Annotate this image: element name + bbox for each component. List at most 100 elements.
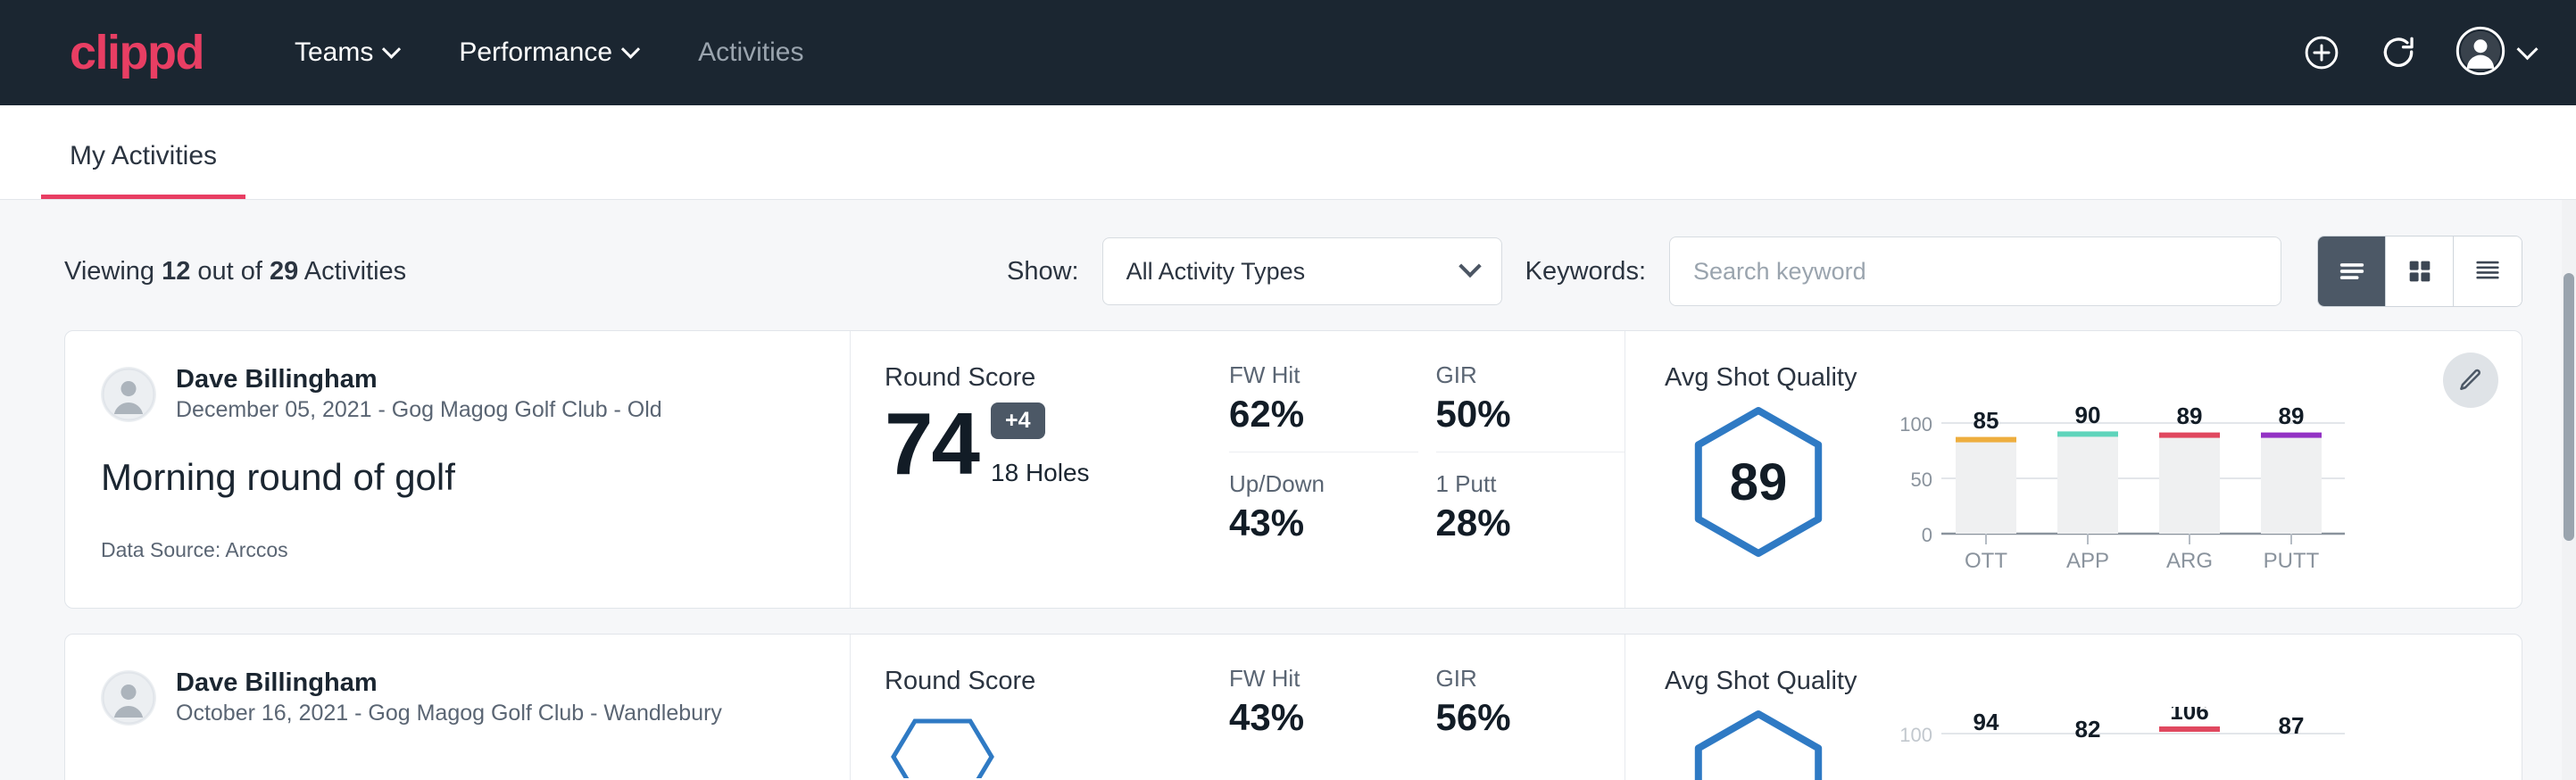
refresh-icon[interactable] <box>2379 33 2418 72</box>
main-nav: Teams Performance Activities <box>289 29 2302 77</box>
svg-text:ARG: ARG <box>2166 549 2213 573</box>
hexagon-icon <box>1687 707 1830 780</box>
stat-label: GIR <box>1436 665 1593 693</box>
stat-label: 1 Putt <box>1436 470 1593 498</box>
stat-one-putt: 1 Putt 28% <box>1436 470 1625 544</box>
stat-value: 56% <box>1436 696 1593 739</box>
viewing-mid: out of <box>190 257 270 286</box>
stat-value: 43% <box>1229 696 1386 739</box>
viewing-count: 12 <box>162 257 190 286</box>
avg-shot-quality-section: Avg Shot Quality 89 <box>1625 331 2522 608</box>
quality-hexagon <box>1665 707 1852 780</box>
viewing-suffix: Activities <box>298 257 406 286</box>
tab-my-activities[interactable]: My Activities <box>41 141 245 199</box>
toolbar-controls: Show: All Activity Types Keywords: <box>1007 236 2522 307</box>
top-bar-actions <box>2302 26 2535 80</box>
stat-label: GIR <box>1436 361 1593 389</box>
stat-gir: GIR 50% <box>1436 361 1625 452</box>
activity-data-source: Data Source: Arccos <box>101 538 814 562</box>
keywords-label: Keywords: <box>1525 257 1646 286</box>
chevron-down-icon <box>621 39 640 58</box>
nav-item-teams[interactable]: Teams <box>289 29 403 77</box>
chevron-down-icon <box>2516 38 2538 60</box>
stat-up-down: Up/Down 43% <box>1229 470 1418 544</box>
avatar-icon <box>2456 26 2505 80</box>
person-name: Dave Billingham <box>176 667 722 699</box>
svg-text:90: 90 <box>2075 403 2101 428</box>
chevron-down-icon <box>382 39 401 58</box>
round-score-label: Round Score <box>885 667 1206 696</box>
round-score-label: Round Score <box>885 363 1206 393</box>
scrollbar-track[interactable] <box>2562 200 2576 780</box>
activity-type-value: All Activity Types <box>1126 258 1306 286</box>
view-toggle-group <box>2317 236 2522 307</box>
bar-chart: 100 50 0 85 90 89 <box>1890 403 2354 582</box>
viewing-prefix: Viewing <box>64 257 162 286</box>
activity-type-select[interactable]: All Activity Types <box>1102 237 1502 305</box>
filter-toolbar: Viewing 12 out of 29 Activities Show: Al… <box>0 200 2576 330</box>
person-meta: December 05, 2021 - Gog Magog Golf Club … <box>176 395 662 426</box>
activity-stats: FW Hit 62% GIR 50% Up/Down 43% 1 Putt 28… <box>1206 331 1625 608</box>
stat-label: FW Hit <box>1229 665 1386 693</box>
top-navigation-bar: clippd Teams Performance Activities <box>0 0 2576 105</box>
nav-item-activities[interactable]: Activities <box>693 29 809 77</box>
stat-label: Up/Down <box>1229 470 1386 498</box>
stat-fw-hit: FW Hit 43% <box>1229 665 1418 739</box>
svg-text:89: 89 <box>2177 403 2203 429</box>
chevron-down-icon <box>1458 255 1481 278</box>
activity-card-list: Dave Billingham December 05, 2021 - Gog … <box>0 330 2576 780</box>
viewing-count-text: Viewing 12 out of 29 Activities <box>64 257 406 286</box>
person-name: Dave Billingham <box>176 363 662 395</box>
svg-text:100: 100 <box>1899 413 1932 436</box>
activity-stats: FW Hit 43% GIR 56% <box>1206 635 1625 780</box>
activity-summary: Dave Billingham October 16, 2021 - Gog M… <box>65 635 851 780</box>
svg-text:0: 0 <box>1922 524 1932 546</box>
svg-text:50: 50 <box>1911 469 1932 491</box>
pencil-icon <box>2457 367 2484 394</box>
list-view-button[interactable] <box>2318 236 2386 306</box>
score-differential-badge: +4 <box>991 402 1045 439</box>
holes-count: 18 Holes <box>991 459 1090 487</box>
avg-shot-quality-section: Avg Shot Quality 100 94 <box>1625 635 2522 780</box>
compact-view-button[interactable] <box>2454 236 2522 306</box>
search-input[interactable] <box>1669 236 2281 306</box>
stat-label: FW Hit <box>1229 361 1386 389</box>
stat-fw-hit: FW Hit 62% <box>1229 361 1418 452</box>
edit-activity-button[interactable] <box>2443 353 2498 408</box>
tab-label: My Activities <box>70 141 217 170</box>
person-meta: October 16, 2021 - Gog Magog Golf Club -… <box>176 699 722 729</box>
nav-item-label: Activities <box>698 37 803 68</box>
round-score-row: 74 +4 18 Holes <box>885 400 1206 487</box>
svg-text:89: 89 <box>2279 403 2305 429</box>
activity-summary: Dave Billingham December 05, 2021 - Gog … <box>65 331 851 608</box>
avatar <box>101 670 156 726</box>
quality-hexagon: 89 <box>1665 403 1852 560</box>
svg-text:82: 82 <box>2075 716 2101 743</box>
stat-value: 28% <box>1436 502 1593 544</box>
app-logo[interactable]: clippd <box>70 29 204 77</box>
viewing-total: 29 <box>270 257 298 286</box>
show-label: Show: <box>1007 257 1079 286</box>
stat-value: 50% <box>1436 393 1593 436</box>
shot-quality-chart: 100 50 0 85 90 89 <box>1890 403 2354 586</box>
round-score-section: Round Score <box>851 635 1206 780</box>
round-score-value: 74 <box>885 400 978 487</box>
user-menu[interactable] <box>2456 26 2535 80</box>
avatar <box>101 367 156 422</box>
bar-chart: 100 94 82 106 87 <box>1890 707 2354 780</box>
nav-item-performance[interactable]: Performance <box>453 29 643 77</box>
activity-person: Dave Billingham October 16, 2021 - Gog M… <box>101 667 814 729</box>
grid-view-button[interactable] <box>2386 236 2454 306</box>
activity-card[interactable]: Dave Billingham December 05, 2021 - Gog … <box>64 330 2522 609</box>
round-score-hexagon <box>885 716 1018 778</box>
svg-text:87: 87 <box>2279 712 2305 739</box>
svg-text:85: 85 <box>1974 407 1999 434</box>
add-icon[interactable] <box>2302 33 2341 72</box>
activity-card[interactable]: Dave Billingham October 16, 2021 - Gog M… <box>64 634 2522 780</box>
svg-text:100: 100 <box>1899 724 1932 746</box>
nav-item-label: Performance <box>459 37 612 68</box>
scrollbar-thumb[interactable] <box>2564 273 2574 541</box>
avg-shot-quality-label: Avg Shot Quality <box>1665 667 2522 696</box>
activity-title: Morning round of golf <box>101 456 814 499</box>
stat-value: 62% <box>1229 393 1386 436</box>
